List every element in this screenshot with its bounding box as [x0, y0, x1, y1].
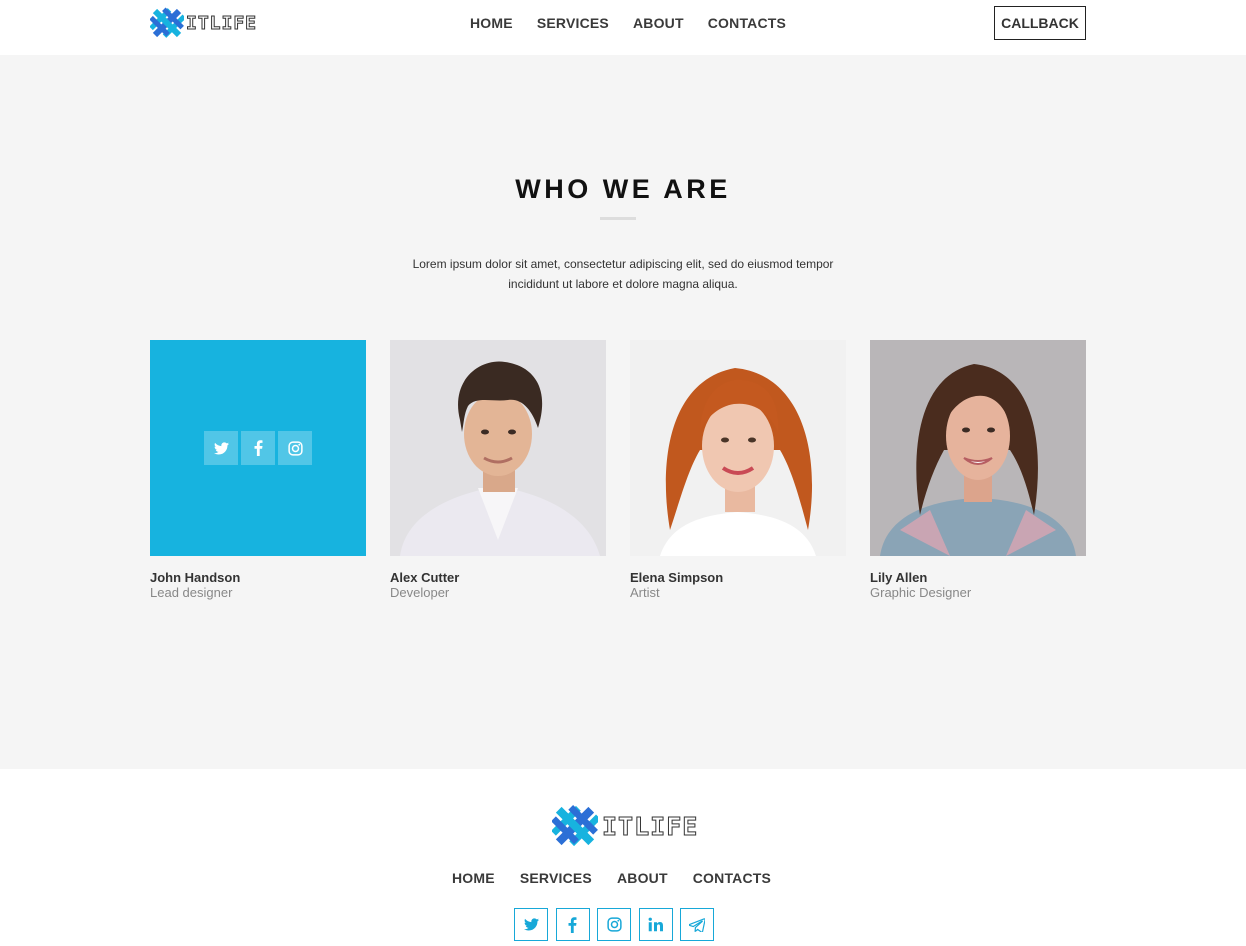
logo-text: ITLIFE	[185, 12, 258, 34]
team-photo	[870, 340, 1086, 556]
facebook-icon[interactable]	[241, 431, 275, 465]
team-photo	[390, 340, 606, 556]
team-member-name: Alex Cutter	[390, 570, 460, 585]
team-member-name: Elena Simpson	[630, 570, 724, 585]
footer-nav: HOME SERVICES ABOUT CONTACTS	[452, 870, 796, 886]
footer-nav-services[interactable]: SERVICES	[520, 870, 592, 886]
footer-nav-about[interactable]: ABOUT	[617, 870, 668, 886]
team-photo-overlay	[150, 340, 366, 556]
team-member-role: Lead designer	[150, 585, 233, 600]
section-title: WHO WE ARE	[515, 174, 731, 204]
team-card[interactable]: Alex Cutter Developer	[390, 340, 606, 600]
team-card[interactable]: John Handson Lead designer	[150, 340, 366, 600]
section-description: Lorem ipsum dolor sit amet, consectetur …	[412, 257, 834, 291]
logo-mark-icon	[552, 804, 598, 847]
footer-social-links	[514, 908, 722, 941]
header-logo[interactable]: ITLIFE	[150, 6, 257, 40]
footer-nav-home[interactable]: HOME	[452, 870, 495, 886]
site-header: ITLIFE HOME SERVICES ABOUT CONTACTS CALL…	[0, 0, 1246, 55]
footer-logo[interactable]: ITLIFE	[552, 802, 698, 850]
twitter-icon[interactable]	[204, 431, 238, 465]
twitter-icon[interactable]	[514, 908, 548, 941]
footer-nav-contacts[interactable]: CONTACTS	[693, 870, 771, 886]
header-nav: HOME SERVICES ABOUT CONTACTS	[470, 15, 810, 31]
callback-button[interactable]: CALLBACK	[994, 6, 1086, 40]
team-member-name: Lily Allen	[870, 570, 928, 585]
nav-home[interactable]: HOME	[470, 15, 513, 31]
instagram-icon[interactable]	[278, 431, 312, 465]
telegram-icon[interactable]	[680, 908, 714, 941]
team-member-role: Developer	[390, 585, 450, 600]
logo-mark-icon	[150, 7, 184, 38]
team-card[interactable]: Lily Allen Graphic Designer	[870, 340, 1086, 600]
nav-services[interactable]: SERVICES	[537, 15, 609, 31]
instagram-icon[interactable]	[597, 908, 631, 941]
team-card[interactable]: Elena Simpson Artist	[630, 340, 846, 600]
team-member-role: Artist	[630, 585, 660, 600]
team-member-name: John Handson	[150, 570, 241, 585]
nav-contacts[interactable]: CONTACTS	[708, 15, 786, 31]
logo-text: ITLIFE	[601, 811, 699, 841]
team-member-role: Graphic Designer	[870, 585, 972, 600]
facebook-icon[interactable]	[555, 908, 590, 941]
team-photo	[630, 340, 846, 556]
nav-about[interactable]: ABOUT	[633, 15, 684, 31]
linkedin-icon[interactable]	[638, 908, 673, 941]
title-divider	[600, 217, 636, 220]
